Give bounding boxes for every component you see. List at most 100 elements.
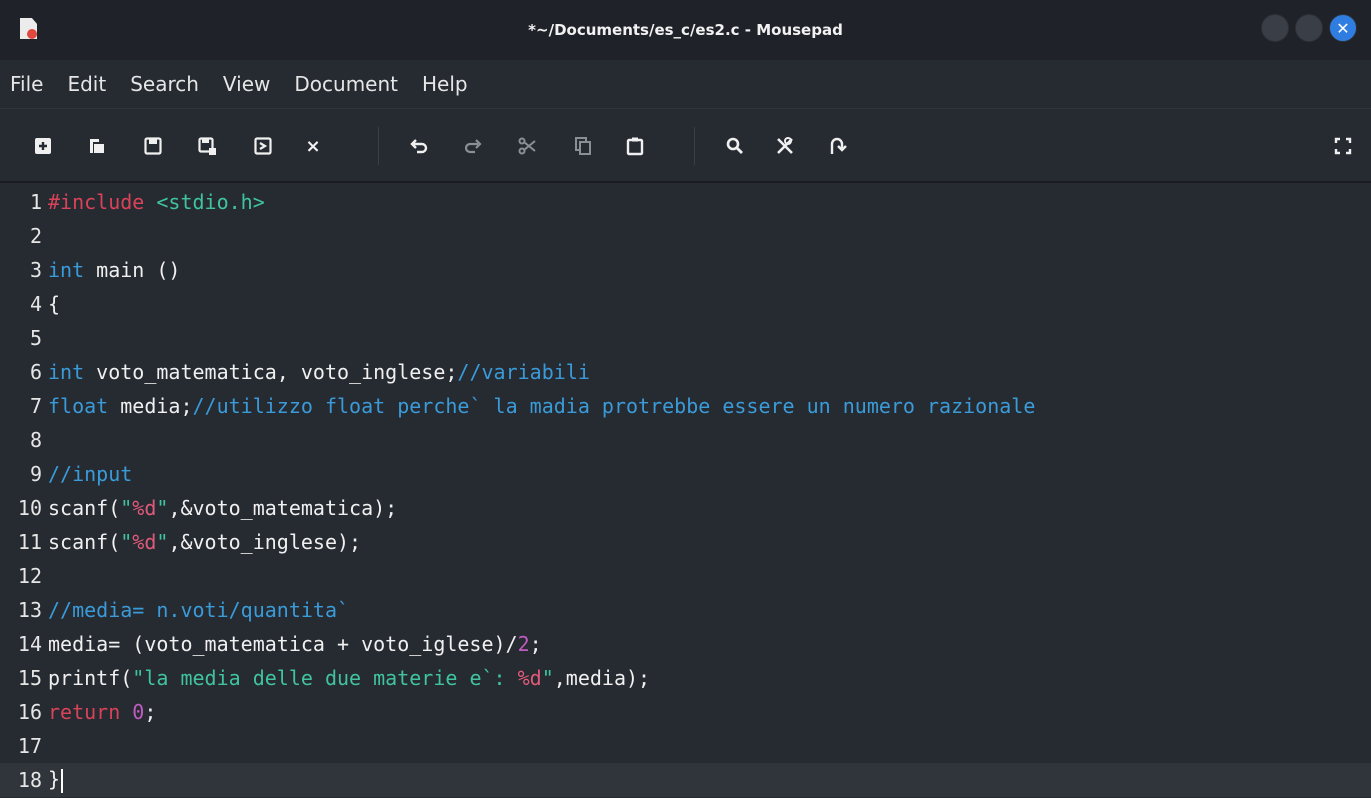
code-token: float <box>48 394 109 418</box>
code-token: ; <box>529 632 542 656</box>
reload-icon[interactable] <box>252 135 274 157</box>
code-line[interactable]: 17 <box>0 729 1371 763</box>
line-number: 18 <box>17 768 42 792</box>
menu-edit[interactable]: Edit <box>55 72 118 96</box>
line-number: 7 <box>29 394 42 418</box>
toolbar-separator <box>378 127 379 165</box>
code-token: //utilizzo float perche` la madia protre… <box>192 394 1036 418</box>
code-line[interactable]: 13//media= n.voti/quantita` <box>0 593 1371 627</box>
code-text: scanf("%d",&voto_matematica); <box>48 496 397 520</box>
code-text: scanf("%d",&voto_inglese); <box>48 530 361 554</box>
code-line[interactable]: 4{ <box>0 287 1371 321</box>
code-line[interactable]: 10 scanf("%d",&voto_matematica); <box>0 491 1371 525</box>
code-token: scanf( <box>48 496 121 520</box>
menu-search[interactable]: Search <box>118 72 211 96</box>
code-token: //input <box>48 462 133 486</box>
code-text: { <box>48 292 60 316</box>
line-number: 5 <box>29 326 42 350</box>
code-token: scanf( <box>48 530 121 554</box>
code-line[interactable]: 2 <box>0 219 1371 253</box>
find-icon[interactable] <box>724 135 746 157</box>
code-line[interactable]: 11 scanf("%d",&voto_inglese); <box>0 525 1371 559</box>
code-text: media= (voto_matematica + voto_iglese)/2… <box>48 632 542 656</box>
line-number: 17 <box>17 734 42 758</box>
title-bar[interactable]: *~/Documents/es_c/es2.c - Mousepad ✕ <box>0 0 1371 60</box>
save-as-icon[interactable] <box>196 135 218 157</box>
open-file-icon[interactable] <box>86 135 108 157</box>
line-number: 14 <box>17 632 42 656</box>
menu-document[interactable]: Document <box>282 72 410 96</box>
code-token: <stdio.h> <box>156 190 265 214</box>
line-number: 10 <box>17 496 42 520</box>
fullscreen-icon[interactable] <box>1332 135 1354 157</box>
code-line[interactable]: 5 <box>0 321 1371 355</box>
code-text: } <box>48 767 64 793</box>
minimize-button[interactable] <box>1261 14 1289 42</box>
line-number: 16 <box>17 700 42 724</box>
code-line[interactable]: 14 media= (voto_matematica + voto_iglese)… <box>0 627 1371 661</box>
go-to-line-icon[interactable] <box>826 135 848 157</box>
line-number: 8 <box>29 428 42 452</box>
code-token: " <box>120 496 133 520</box>
code-line[interactable]: 7 float media;//utilizzo float perche` la… <box>0 389 1371 423</box>
code-line[interactable]: 8 <box>0 423 1371 457</box>
code-token: //variabili <box>457 360 590 384</box>
menu-view[interactable]: View <box>211 72 282 96</box>
code-text: return 0; <box>48 700 156 724</box>
line-number: 13 <box>17 598 42 622</box>
code-line[interactable]: 18} <box>0 763 1371 797</box>
line-number: 2 <box>29 224 42 248</box>
menu-bar: File Edit Search View Document Help <box>0 60 1371 109</box>
code-text: int main () <box>48 258 180 282</box>
undo-icon[interactable] <box>408 135 430 157</box>
find-replace-icon[interactable] <box>774 135 796 157</box>
code-token: int <box>48 360 85 384</box>
maximize-button[interactable] <box>1295 14 1323 42</box>
code-line[interactable]: 1 #include <stdio.h> <box>0 185 1371 219</box>
close-tab-icon[interactable]: × <box>302 135 324 157</box>
code-token: ,&voto_inglese); <box>168 530 362 554</box>
cut-icon[interactable] <box>516 135 538 157</box>
code-token: %d <box>517 666 542 690</box>
window-controls: ✕ <box>1261 14 1357 42</box>
code-line[interactable]: 6 int voto_matematica, voto_inglese;//var… <box>0 355 1371 389</box>
save-icon[interactable] <box>142 135 164 157</box>
code-token: " <box>156 496 169 520</box>
code-editor[interactable]: 1 #include <stdio.h> 2 3 int main () 4{5 6 int … <box>0 183 1371 798</box>
code-text: float media;//utilizzo float perche` la … <box>48 394 1035 418</box>
redo-icon[interactable] <box>462 135 484 157</box>
code-line[interactable]: 9//input <box>0 457 1371 491</box>
code-token: } <box>48 767 61 792</box>
window-title: *~/Documents/es_c/es2.c - Mousepad <box>528 21 843 39</box>
code-line[interactable]: 12 <box>0 559 1371 593</box>
line-number: 12 <box>17 564 42 588</box>
menu-help[interactable]: Help <box>410 72 480 96</box>
line-number: 9 <box>29 462 42 486</box>
code-token: int <box>48 258 85 282</box>
close-window-button[interactable]: ✕ <box>1329 14 1357 42</box>
code-text: //input <box>48 462 132 486</box>
line-number: 6 <box>29 360 42 384</box>
code-line[interactable]: 15 printf("la media delle due materie e`:… <box>0 661 1371 695</box>
code-text: #include <stdio.h> <box>48 190 265 214</box>
code-token: "la media delle due materie e`: <box>132 666 518 690</box>
code-token: return <box>48 700 121 724</box>
code-token: ; <box>144 700 157 724</box>
copy-icon[interactable] <box>572 135 594 157</box>
code-token: 0 <box>132 700 145 724</box>
code-token: voto_matematica, voto_inglese; <box>84 360 458 384</box>
mousepad-app-icon <box>20 18 37 39</box>
line-number: 1 <box>29 190 42 214</box>
code-token: " <box>120 530 133 554</box>
line-number: 11 <box>17 530 42 554</box>
code-token: " <box>541 666 554 690</box>
code-token: media= (voto_matematica + voto_iglese)/ <box>48 632 518 656</box>
code-text: int voto_matematica, voto_inglese;//vari… <box>48 360 590 384</box>
paste-icon[interactable] <box>624 135 646 157</box>
code-line[interactable]: 16 return 0; <box>0 695 1371 729</box>
code-token: 2 <box>517 632 530 656</box>
new-file-icon[interactable] <box>32 135 54 157</box>
menu-file[interactable]: File <box>0 72 55 96</box>
toolbar-separator <box>694 127 695 165</box>
code-line[interactable]: 3 int main () <box>0 253 1371 287</box>
